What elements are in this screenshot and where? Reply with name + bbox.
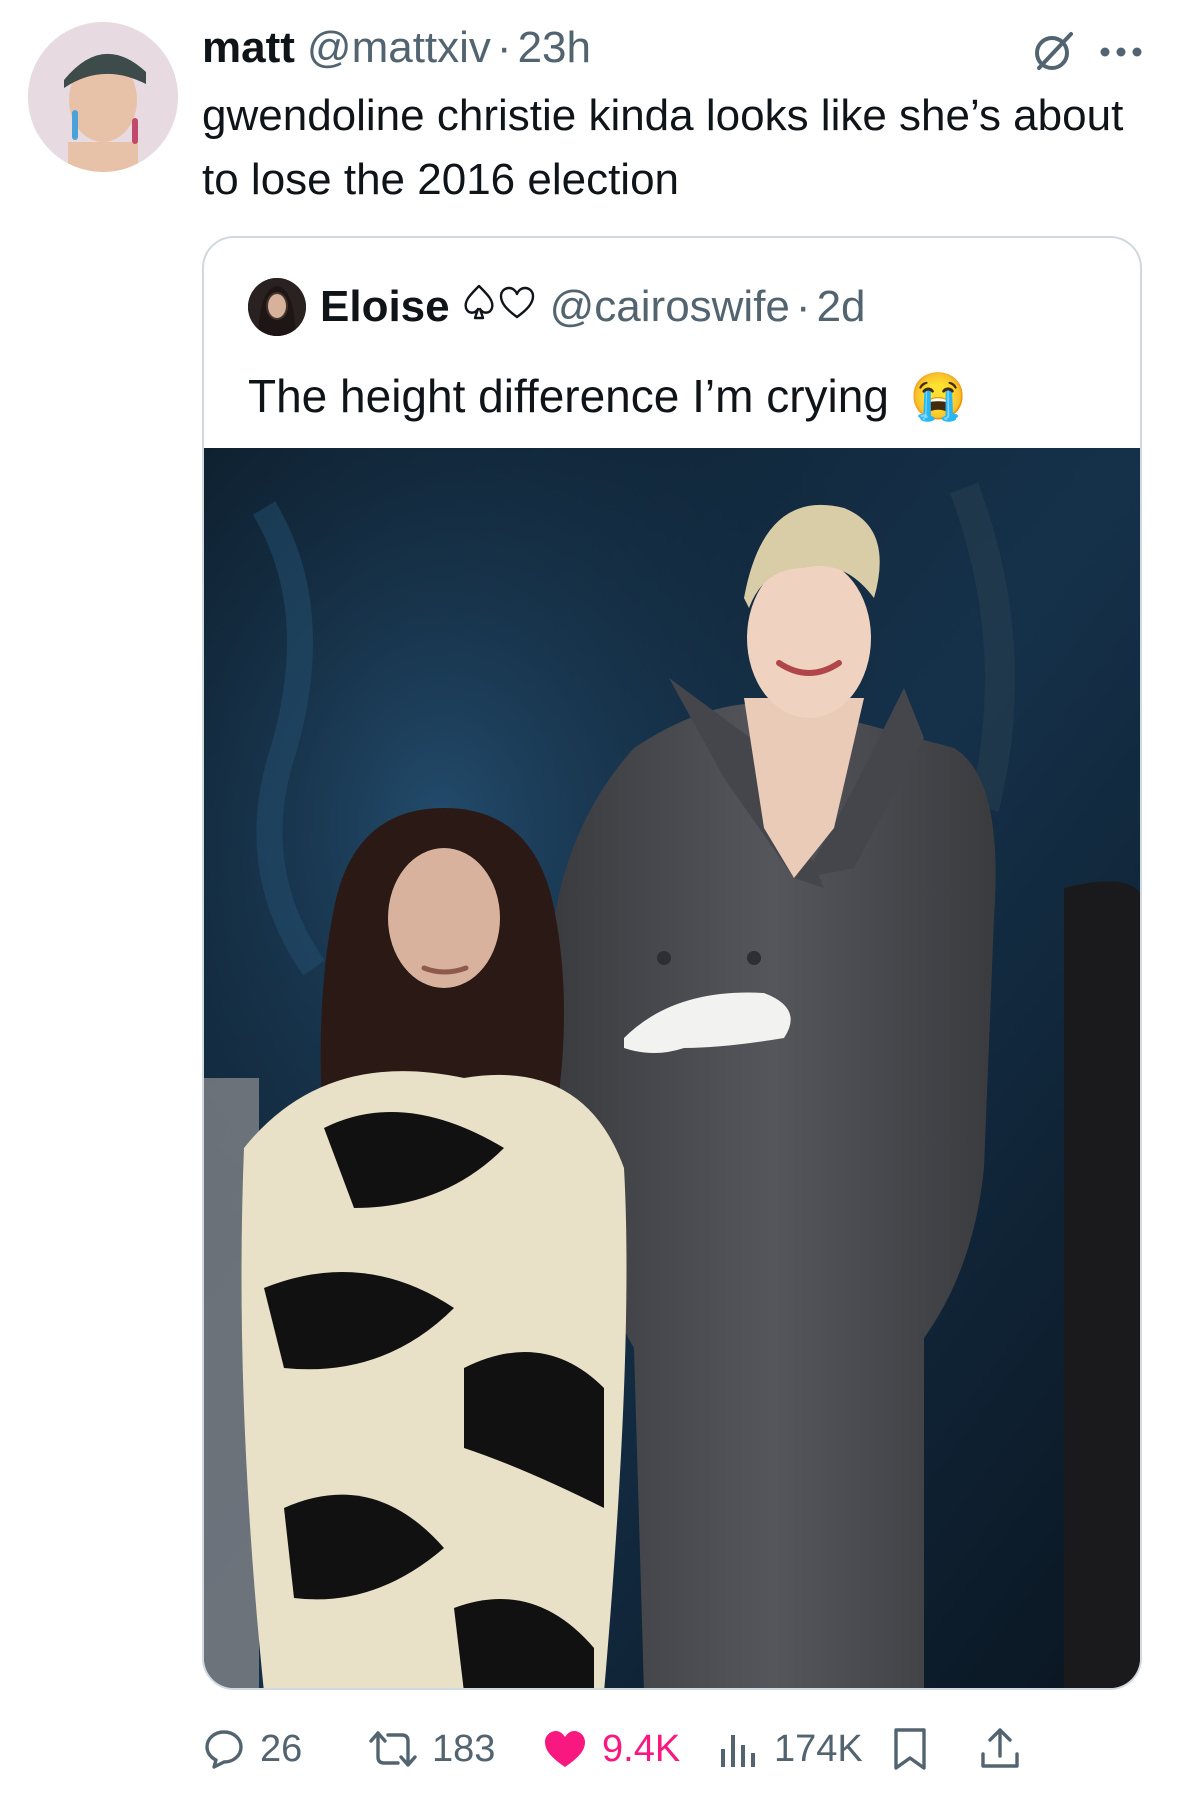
share-icon <box>978 1726 1022 1772</box>
spade-icon <box>462 282 496 332</box>
heart-outline-icon <box>498 282 536 332</box>
quoted-tweet-body: The height difference I’m crying <box>248 370 889 422</box>
crying-emoji: 😭 <box>909 370 967 422</box>
author-handle[interactable]: @mattxiv <box>307 23 491 73</box>
tweet-time[interactable]: 23h <box>518 23 591 73</box>
share-button[interactable] <box>978 1716 1022 1782</box>
views-count: 174K <box>774 1727 863 1770</box>
reply-count: 26 <box>260 1727 303 1770</box>
quoted-separator-dot: · <box>795 282 811 331</box>
bookmark-button[interactable] <box>890 1716 930 1782</box>
tweet-text: gwendoline christie kinda looks like she… <box>202 91 1124 204</box>
separator-dot: · <box>496 23 512 72</box>
quoted-author-handle[interactable]: @cairoswife <box>550 282 790 332</box>
repost-button[interactable]: 183 <box>368 1716 495 1782</box>
repost-icon <box>368 1727 418 1771</box>
quoted-author-name[interactable]: Eloise <box>320 282 450 332</box>
photo-image <box>204 448 1140 1688</box>
reply-button[interactable]: 26 <box>202 1716 302 1782</box>
avatar-image <box>28 22 178 172</box>
top-icons <box>1031 28 1143 79</box>
like-count: 9.4K <box>602 1727 681 1770</box>
quoted-tweet-header: Eloise @cairoswife · 2d <box>248 278 866 336</box>
reply-icon <box>202 1727 246 1771</box>
heart-filled-icon <box>542 1728 588 1770</box>
tweet-actions: 26 183 9.4K 174K <box>202 1716 1142 1782</box>
analytics-icon <box>718 1727 760 1771</box>
quoted-tweet-photo[interactable] <box>204 448 1140 1688</box>
tweet-header: matt @mattxiv · 23h <box>202 18 591 78</box>
quoted-tweet[interactable]: Eloise @cairoswife · 2d The height diffe… <box>202 236 1142 1690</box>
quoted-author-avatar[interactable] <box>248 278 306 336</box>
quoted-tweet-time[interactable]: 2d <box>817 282 866 332</box>
author-name[interactable]: matt <box>202 23 295 73</box>
like-button[interactable]: 9.4K <box>542 1716 680 1782</box>
more-options-icon[interactable] <box>1099 45 1143 63</box>
quoted-tweet-text: The height difference I’m crying 😭 <box>248 364 967 428</box>
views-button[interactable]: 174K <box>718 1716 863 1782</box>
author-avatar[interactable] <box>28 22 178 172</box>
repost-count: 183 <box>432 1727 496 1770</box>
bookmark-icon <box>890 1726 930 1772</box>
grok-icon[interactable] <box>1031 28 1077 79</box>
